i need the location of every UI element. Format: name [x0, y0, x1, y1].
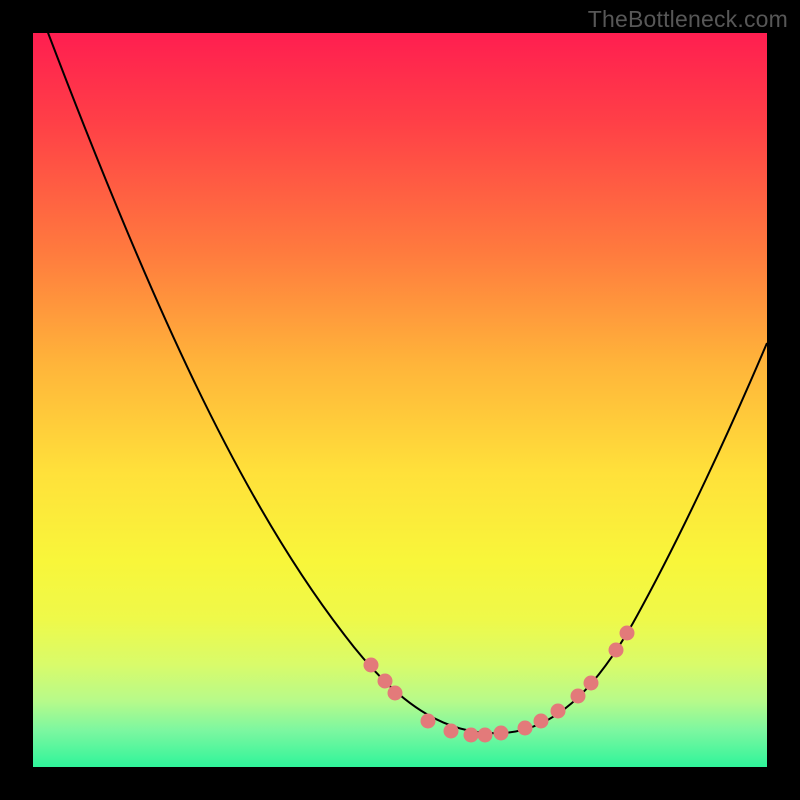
curve-markers	[364, 626, 635, 743]
curve-marker	[478, 728, 493, 743]
curve-marker	[421, 714, 436, 729]
curve-marker	[444, 724, 459, 739]
curve-marker	[388, 686, 403, 701]
curve-marker	[494, 726, 509, 741]
curve-marker	[534, 714, 549, 729]
chart-frame: TheBottleneck.com	[0, 0, 800, 800]
curve-marker	[571, 689, 586, 704]
watermark-text: TheBottleneck.com	[588, 6, 788, 33]
curve-marker	[609, 643, 624, 658]
curve-marker	[584, 676, 599, 691]
curve-marker	[551, 704, 566, 719]
chart-svg	[33, 33, 767, 767]
curve-marker	[518, 721, 533, 736]
curve-marker	[620, 626, 635, 641]
curve-marker	[364, 658, 379, 673]
bottleneck-curve	[33, 33, 767, 733]
curve-marker	[464, 728, 479, 743]
curve-marker	[378, 674, 393, 689]
plot-area	[33, 33, 767, 767]
